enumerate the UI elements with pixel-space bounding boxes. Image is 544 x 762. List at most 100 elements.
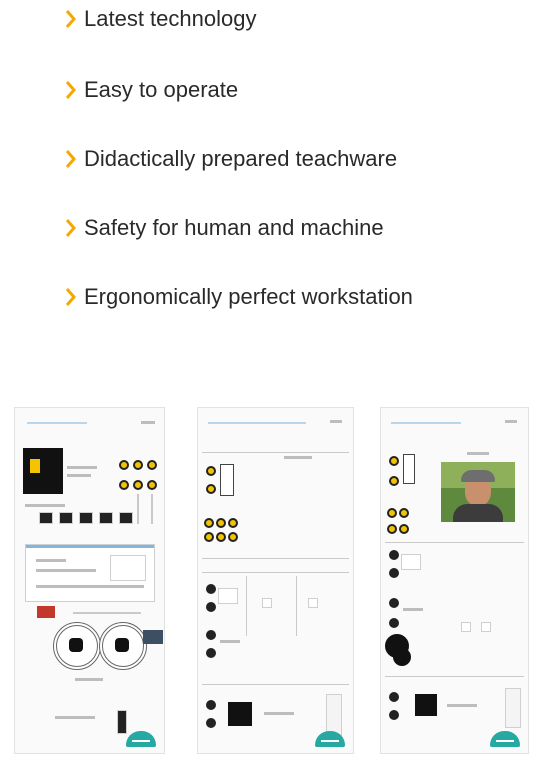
wire [137, 494, 139, 524]
terminal-node [228, 532, 238, 542]
switch-symbol [218, 588, 238, 604]
terminal-node [147, 460, 157, 470]
terminal-node [206, 484, 216, 494]
feature-label: Easy to operate [84, 77, 239, 102]
sensor [117, 710, 127, 734]
wire [151, 494, 153, 524]
control-unit-stripe [26, 545, 154, 548]
terminal-node [389, 598, 399, 608]
grid-line [202, 558, 349, 559]
grid-line [246, 576, 247, 636]
terminal-node [389, 710, 399, 720]
trainer-panel-switching [197, 407, 354, 754]
terminal-node [147, 480, 157, 490]
label-mark [447, 704, 477, 707]
feature-item: Latest technology [66, 6, 256, 32]
motor [99, 622, 147, 670]
feature-label: Safety for human and machine [84, 215, 384, 240]
socket [308, 598, 318, 608]
panel-header-mark [141, 421, 155, 424]
grid-line [202, 572, 349, 573]
terminal-node [389, 692, 399, 702]
panel-header-mark [505, 420, 517, 423]
socket [481, 622, 491, 632]
label-mark [55, 716, 95, 719]
chevron-right-icon [66, 10, 76, 28]
fuse [99, 512, 113, 524]
label-mark [67, 466, 97, 469]
terminal-node [399, 508, 409, 518]
terminal-node [387, 524, 397, 534]
rotary-knob [393, 648, 411, 666]
label-mark [284, 456, 312, 459]
label-mark [467, 452, 489, 455]
label-mark [36, 559, 66, 562]
grid-line [202, 684, 349, 685]
person-photo [441, 462, 515, 522]
panel-header-line [208, 422, 306, 424]
grid-line [296, 576, 297, 636]
chevron-right-icon [66, 81, 76, 99]
socket [262, 598, 272, 608]
label-mark [75, 678, 103, 681]
indicator-square [415, 694, 437, 716]
terminal-node [204, 532, 214, 542]
terminal-node [206, 648, 216, 658]
terminal-node [389, 456, 399, 466]
resistor [220, 464, 234, 496]
terminal-node [389, 568, 399, 578]
panel-header-mark [330, 420, 342, 423]
grid-line [385, 542, 524, 543]
terminal-node [387, 508, 397, 518]
wire [73, 612, 141, 614]
terminal-node [119, 480, 129, 490]
fuse [59, 512, 73, 524]
terminal-node [206, 718, 216, 728]
motor-shaft [69, 638, 83, 652]
feature-label: Didactically prepared teachware [84, 146, 398, 171]
terminal-node [206, 700, 216, 710]
terminal-node [206, 584, 216, 594]
logo-icon [126, 731, 156, 747]
feature-item: Ergonomically perfect workstation [66, 284, 413, 310]
motor-shaft [115, 638, 129, 652]
terminal-node [206, 602, 216, 612]
feature-item: Easy to operate [66, 77, 238, 103]
slot [326, 694, 342, 736]
terminal-node [216, 518, 226, 528]
feature-item: Safety for human and machine [66, 215, 384, 241]
chevron-right-icon [66, 219, 76, 237]
terminal-node [389, 476, 399, 486]
indicator-lamp [37, 606, 55, 618]
trainer-panel-camera [380, 407, 529, 754]
panel-header-line [27, 422, 87, 424]
label-mark [25, 504, 65, 507]
power-switch [30, 459, 40, 473]
photo-cap [461, 470, 495, 482]
terminal-node [228, 518, 238, 528]
label-mark [220, 640, 240, 643]
chevron-right-icon [66, 150, 76, 168]
feature-item: Didactically prepared teachware [66, 146, 397, 172]
display [110, 555, 146, 581]
slot [505, 688, 521, 728]
label-mark [36, 569, 96, 572]
panel-header-line [391, 422, 461, 424]
label-mark [403, 608, 423, 611]
terminal-node [119, 460, 129, 470]
switch-symbol [401, 554, 421, 570]
fuse [119, 512, 133, 524]
photo-shirt [453, 504, 503, 522]
tablet-icon [143, 630, 163, 644]
grid-line [202, 452, 349, 453]
chevron-right-icon [66, 288, 76, 306]
label-mark [67, 474, 91, 477]
socket [461, 622, 471, 632]
power-socket [23, 448, 63, 494]
fuse [39, 512, 53, 524]
terminal-node [399, 524, 409, 534]
label-mark [36, 585, 144, 588]
terminal-node [216, 532, 226, 542]
feature-label: Ergonomically perfect workstation [84, 284, 413, 309]
logo-icon [490, 731, 520, 747]
